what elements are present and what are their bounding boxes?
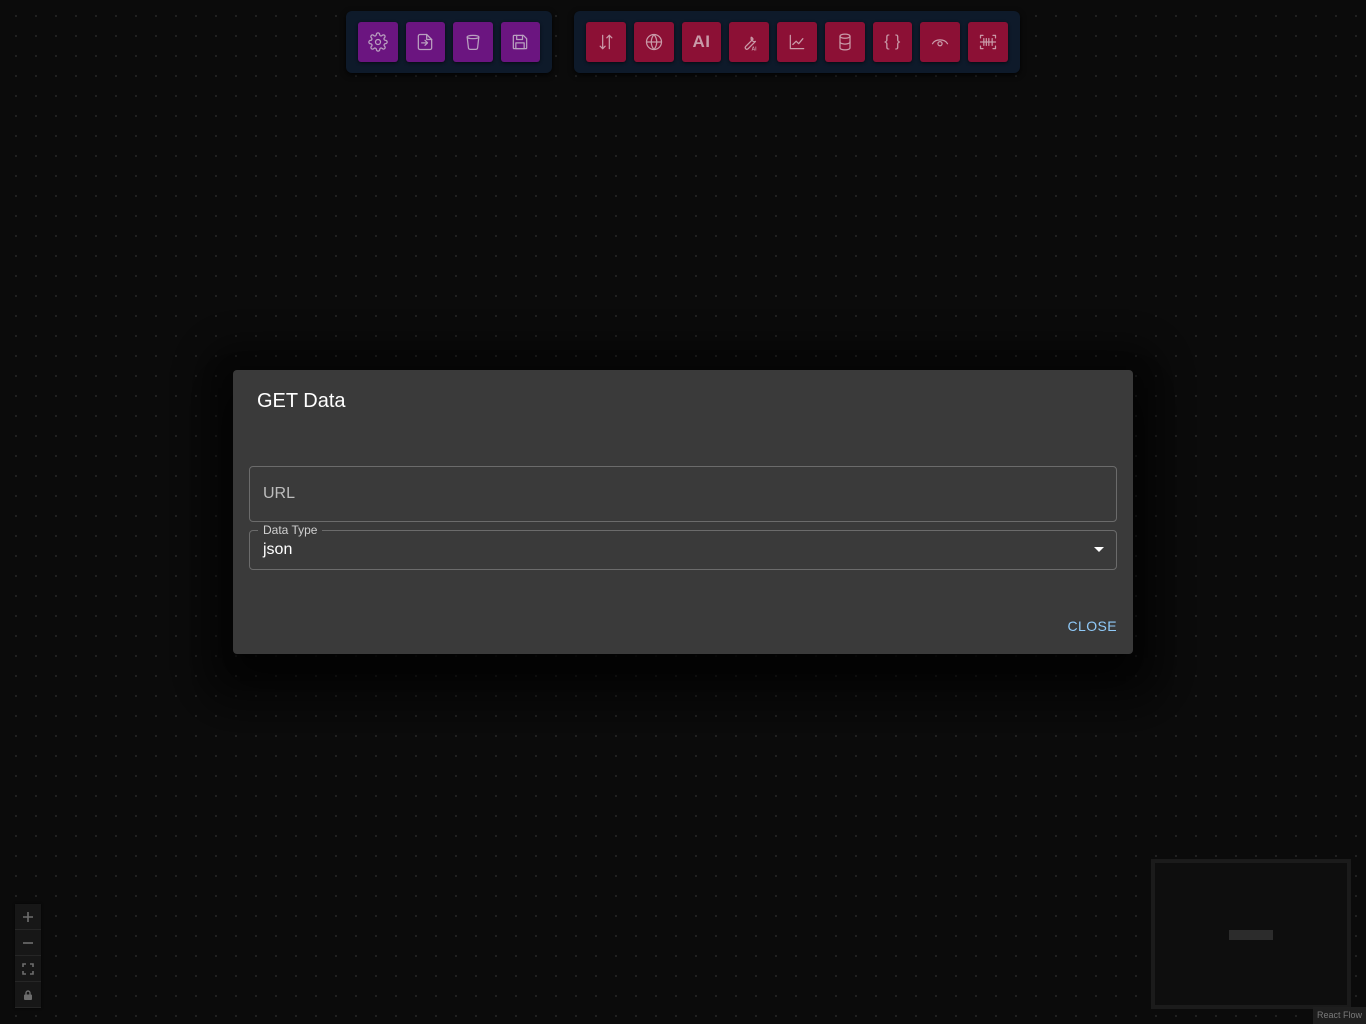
clear-button[interactable] <box>453 22 493 62</box>
save-button[interactable] <box>500 22 540 62</box>
barcode-scan-icon <box>980 34 997 50</box>
ai-text-icon: AI <box>692 32 711 51</box>
curly-braces-icon: { } <box>884 33 901 50</box>
www-globe-icon <box>645 33 662 51</box>
data-type-select[interactable]: Data Type json <box>249 523 1117 570</box>
plus-icon <box>23 911 33 922</box>
eye-icon <box>932 39 949 47</box>
minus-icon <box>23 941 33 944</box>
ai-node-button[interactable]: AI <box>681 22 722 62</box>
zoom-in-button[interactable] <box>15 904 41 930</box>
view-node-button[interactable] <box>920 22 961 62</box>
sort-node-button[interactable] <box>586 22 626 62</box>
get-data-dialog: GET Data Data Type json CLOSE <box>233 370 1133 654</box>
save-icon <box>512 34 528 50</box>
gear-icon <box>368 32 388 52</box>
ai-tool-node-button[interactable]: AI <box>729 22 770 62</box>
import-icon <box>417 33 433 51</box>
settings-button[interactable] <box>358 22 398 62</box>
react-flow-attribution[interactable]: React Flow <box>1313 1007 1366 1024</box>
sort-arrows-icon <box>599 34 613 50</box>
flow-controls <box>15 904 41 1008</box>
chart-node-button[interactable] <box>777 22 817 62</box>
database-icon <box>839 33 851 51</box>
minimap-node <box>1229 930 1273 940</box>
import-button[interactable] <box>405 22 445 62</box>
node-toolbar: AI AI { } <box>574 11 1020 73</box>
ai-wrench-icon: AI <box>744 36 758 52</box>
database-node-button[interactable] <box>824 22 865 62</box>
json-node-button[interactable]: { } <box>872 22 913 62</box>
url-field <box>249 466 1117 522</box>
data-type-value: json <box>263 541 293 558</box>
data-type-label: Data Type <box>258 523 323 537</box>
lock-icon <box>24 989 32 1000</box>
ai-wrench-label: AI <box>752 46 758 52</box>
fit-view-icon <box>22 962 34 975</box>
url-input[interactable] <box>250 467 1116 521</box>
scan-node-button[interactable] <box>968 22 1009 62</box>
minimap[interactable] <box>1151 859 1351 1009</box>
lock-button[interactable] <box>15 982 41 1008</box>
zoom-out-button[interactable] <box>15 930 41 956</box>
line-chart-icon <box>789 34 805 50</box>
trash-icon <box>466 34 480 50</box>
chevron-down-icon <box>1094 547 1104 552</box>
fit-view-button[interactable] <box>15 956 41 982</box>
www-node-button[interactable] <box>633 22 674 62</box>
dialog-title: GET Data <box>257 390 346 412</box>
file-toolbar <box>346 11 552 73</box>
close-button[interactable]: CLOSE <box>1068 618 1117 634</box>
